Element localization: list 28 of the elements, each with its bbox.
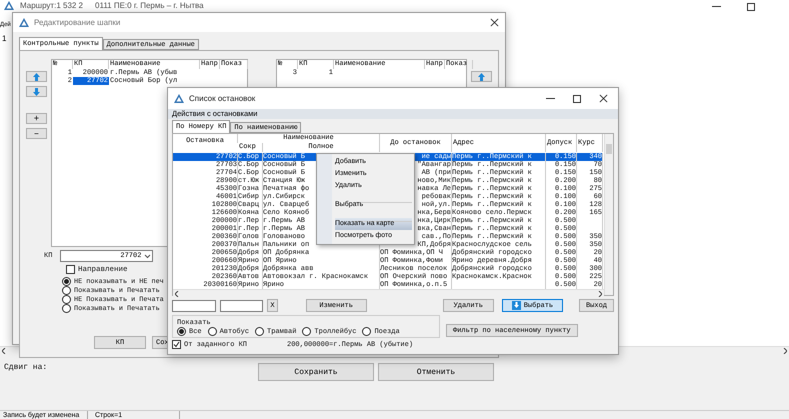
move-down-button[interactable] bbox=[26, 86, 47, 97]
shift-label: Сдвиг на: bbox=[4, 363, 48, 374]
app-subtitle: 0111 ПЕ:0 г. Пермь – г. Нытва bbox=[95, 1, 204, 10]
up-arrow-icon bbox=[33, 72, 40, 80]
row-number: 1 bbox=[1, 34, 6, 43]
down-arrow-icon bbox=[33, 88, 40, 96]
dialog-button[interactable]: Отменить bbox=[378, 363, 494, 381]
window-title: Список остановок bbox=[189, 94, 256, 103]
triangle-icon bbox=[19, 18, 29, 27]
search-field[interactable] bbox=[172, 300, 216, 312]
check-icon bbox=[173, 341, 180, 348]
search-field[interactable] bbox=[220, 300, 264, 312]
triangle-icon bbox=[174, 94, 184, 103]
minimize-icon[interactable] bbox=[712, 6, 721, 8]
close-icon[interactable] bbox=[490, 18, 499, 27]
close-icon[interactable] bbox=[599, 94, 608, 103]
minimize-icon[interactable] bbox=[546, 98, 555, 100]
dialog-button[interactable]: Сохранить bbox=[258, 363, 374, 381]
app-title: Маршрут:1 532 2 bbox=[20, 1, 84, 10]
remove-button[interactable]: – bbox=[26, 128, 47, 139]
maximize-icon[interactable] bbox=[573, 94, 581, 102]
download-icon bbox=[512, 301, 521, 310]
up-arrow-icon bbox=[478, 72, 485, 80]
maximize-icon[interactable] bbox=[747, 3, 755, 11]
move-up-button[interactable] bbox=[26, 71, 47, 82]
move-up-button[interactable] bbox=[471, 71, 492, 82]
add-button[interactable]: + bbox=[26, 113, 47, 124]
window-title: Редактирование шапки bbox=[34, 18, 120, 27]
